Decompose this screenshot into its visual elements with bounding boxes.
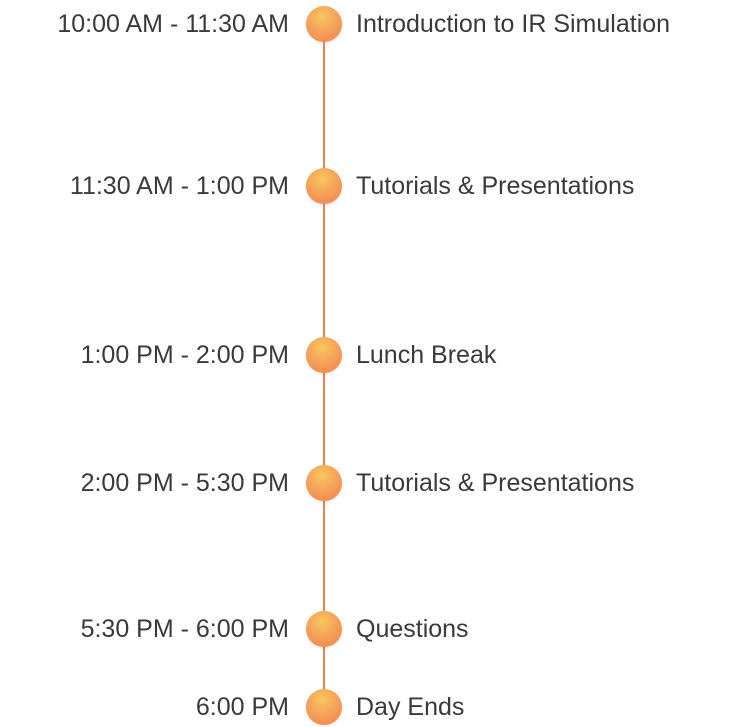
timeline-event: 2:00 PM - 5:30 PM Tutorials & Presentati… — [0, 463, 734, 503]
event-title: Questions — [356, 615, 469, 643]
event-time: 2:00 PM - 5:30 PM — [80, 469, 289, 497]
event-time: 5:30 PM - 6:00 PM — [80, 615, 289, 643]
circle-marker-icon — [306, 611, 342, 647]
timeline-event: 10:00 AM - 11:30 AM Introduction to IR S… — [0, 4, 734, 44]
circle-marker-icon — [306, 465, 342, 501]
event-title: Day Ends — [356, 693, 465, 721]
event-title: Introduction to IR Simulation — [356, 10, 671, 38]
timeline-event: 5:30 PM - 6:00 PM Questions — [0, 609, 734, 649]
timeline-event: 11:30 AM - 1:00 PM Tutorials & Presentat… — [0, 166, 734, 206]
event-time: 11:30 AM - 1:00 PM — [69, 172, 289, 200]
circle-marker-icon — [306, 6, 342, 42]
timeline-event: 6:00 PM Day Ends — [0, 687, 734, 727]
event-time: 1:00 PM - 2:00 PM — [80, 341, 289, 369]
schedule-timeline: 10:00 AM - 11:30 AM Introduction to IR S… — [0, 0, 734, 726]
event-title: Lunch Break — [356, 341, 497, 369]
event-time: 6:00 PM — [195, 693, 289, 721]
circle-marker-icon — [306, 689, 342, 725]
event-time: 10:00 AM - 11:30 AM — [57, 10, 289, 38]
event-title: Tutorials & Presentations — [356, 469, 635, 497]
circle-marker-icon — [306, 168, 342, 204]
event-title: Tutorials & Presentations — [356, 172, 635, 200]
circle-marker-icon — [306, 337, 342, 373]
timeline-event: 1:00 PM - 2:00 PM Lunch Break — [0, 335, 734, 375]
